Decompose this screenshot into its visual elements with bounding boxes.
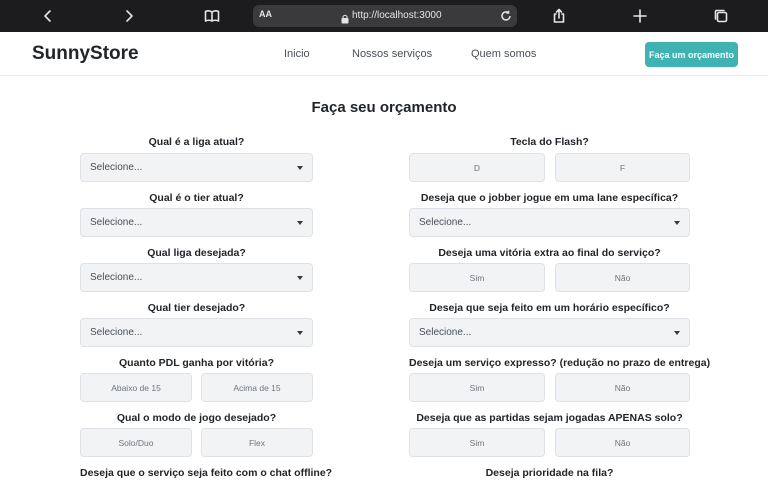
extra-win-yes-option[interactable]: Sim [409, 263, 545, 292]
nav-link-servicos[interactable]: Nossos serviços [352, 48, 432, 60]
chevron-down-icon [674, 331, 680, 335]
address-bar[interactable]: AA http://localhost:3000 [253, 5, 517, 27]
label-queue-priority: Deseja prioridade na fila? [485, 467, 614, 479]
forward-icon[interactable] [119, 6, 139, 26]
share-icon[interactable] [549, 6, 569, 26]
label-extra-win: Deseja uma vitória extra ao final do ser… [438, 247, 661, 259]
label-current-league: Qual é a liga atual? [148, 136, 245, 148]
pdl-above-15-option[interactable]: Acima de 15 [201, 373, 313, 402]
label-solo-only: Deseja que as partidas sejam jogadas APE… [416, 412, 683, 424]
browser-toolbar: AA http://localhost:3000 [0, 0, 768, 32]
select-value: Selecione... [90, 162, 143, 173]
quote-button[interactable]: Faça um orçamento [645, 42, 738, 67]
brand-logo[interactable]: SunnyStore [32, 43, 139, 65]
label-game-mode: Qual o modo de jogo desejado? [116, 412, 277, 424]
express-no-option[interactable]: Não [555, 373, 690, 402]
select-value: Selecione... [90, 327, 143, 338]
label-chat-offline: Deseja que o serviço seja feito com o ch… [80, 467, 333, 479]
label-specific-time: Deseja que seja feito em um horário espe… [429, 302, 670, 314]
label-desired-league: Qual liga desejada? [147, 247, 246, 259]
select-value: Selecione... [419, 327, 472, 338]
specific-time-select[interactable]: Selecione... [409, 318, 690, 347]
desired-tier-select[interactable]: Selecione... [80, 318, 313, 347]
flash-key-f-option[interactable]: F [555, 153, 690, 182]
nav-link-quem-somos[interactable]: Quem somos [471, 48, 536, 60]
lock-icon [341, 11, 349, 24]
current-tier-select[interactable]: Selecione... [80, 208, 313, 237]
url-text: http://localhost:3000 [352, 10, 442, 21]
specific-lane-select[interactable]: Selecione... [409, 208, 690, 237]
chevron-down-icon [297, 166, 303, 170]
mode-flex-option[interactable]: Flex [201, 428, 313, 457]
label-pdl-per-win: Quanto PDL ganha por vitória? [119, 357, 274, 369]
tabs-overview-icon[interactable] [711, 6, 731, 26]
flash-key-d-option[interactable]: D [409, 153, 545, 182]
pdl-below-15-option[interactable]: Abaixo de 15 [80, 373, 192, 402]
desired-league-select[interactable]: Selecione... [80, 263, 313, 292]
page-title: Faça seu orçamento [311, 99, 457, 116]
bookmarks-icon[interactable] [202, 6, 222, 26]
chevron-down-icon [297, 331, 303, 335]
label-specific-lane: Deseja que o jobber jogue em uma lane es… [420, 192, 679, 204]
label-desired-tier: Qual tier desejado? [147, 302, 246, 314]
new-tab-icon[interactable] [630, 6, 650, 26]
current-league-select[interactable]: Selecione... [80, 153, 313, 182]
label-express-service: Deseja um serviço expresso? (redução no … [409, 357, 711, 369]
text-size-button[interactable]: AA [259, 9, 272, 19]
mode-solo-duo-option[interactable]: Solo/Duo [80, 428, 192, 457]
solo-only-no-option[interactable]: Não [555, 428, 690, 457]
nav-link-inicio[interactable]: Inicio [284, 48, 310, 60]
reload-icon[interactable] [500, 9, 514, 23]
label-current-tier: Qual é o tier atual? [149, 192, 244, 204]
solo-only-yes-option[interactable]: Sim [409, 428, 545, 457]
chevron-down-icon [297, 221, 303, 225]
chevron-down-icon [674, 221, 680, 225]
back-icon[interactable] [38, 6, 58, 26]
select-value: Selecione... [90, 272, 143, 283]
extra-win-no-option[interactable]: Não [555, 263, 690, 292]
select-value: Selecione... [90, 217, 143, 228]
chevron-down-icon [297, 276, 303, 280]
label-flash-key: Tecla do Flash? [510, 136, 589, 148]
express-yes-option[interactable]: Sim [409, 373, 545, 402]
site-navbar: SunnyStore Inicio Nossos serviços Quem s… [0, 32, 768, 76]
select-value: Selecione... [419, 217, 472, 228]
